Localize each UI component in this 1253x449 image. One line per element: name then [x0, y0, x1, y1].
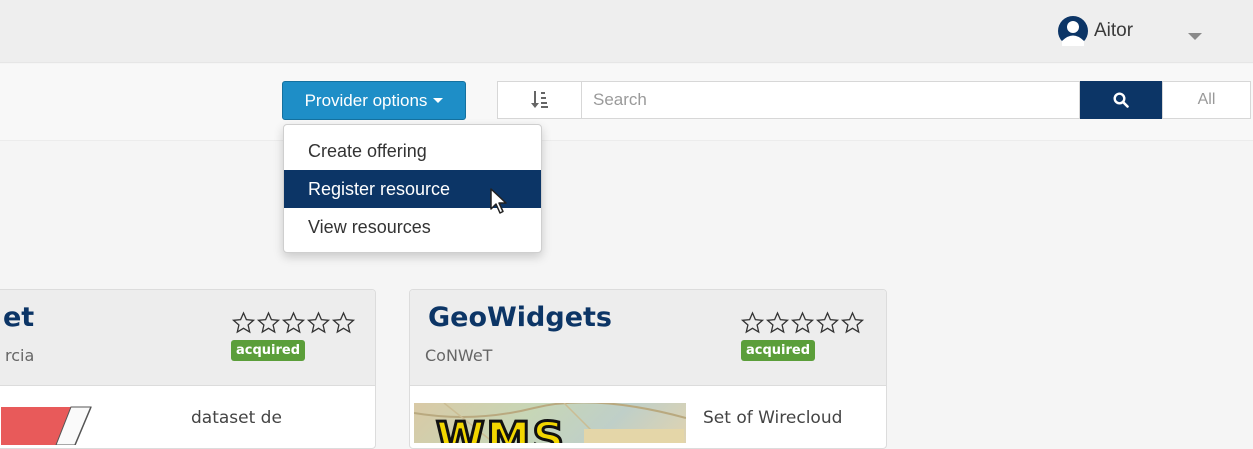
star-icon — [815, 311, 840, 334]
mouse-cursor-icon — [490, 188, 507, 214]
card-title[interactable]: et — [3, 302, 34, 333]
star-icon — [765, 311, 790, 334]
user-name: Aitor — [1094, 20, 1134, 41]
star-icon — [256, 311, 281, 334]
menu-item-create-offering[interactable]: Create offering — [284, 132, 541, 170]
user-menu[interactable]: Aitor — [1058, 16, 1133, 46]
card-thumbnail — [1, 406, 92, 445]
star-icon — [231, 311, 256, 334]
star-icon — [840, 311, 865, 334]
offering-card[interactable]: et rcia acquired dataset de — [0, 289, 376, 449]
rating-stars — [740, 311, 865, 335]
acquired-badge: acquired — [231, 340, 306, 361]
star-icon — [740, 311, 765, 334]
sort-icon — [530, 91, 548, 108]
provider-options-button[interactable]: Provider options — [282, 81, 466, 120]
provider-options-label: Provider options — [304, 90, 428, 110]
card-thumbnail: WMS — [414, 403, 686, 443]
user-avatar-icon — [1058, 16, 1088, 46]
rating-stars — [231, 311, 356, 335]
star-icon — [790, 311, 815, 334]
search-button[interactable] — [1080, 81, 1162, 119]
star-icon — [281, 311, 306, 334]
user-menu-caret-icon[interactable] — [1188, 33, 1202, 40]
search-icon — [1113, 92, 1129, 108]
sort-button[interactable] — [497, 81, 582, 119]
card-title[interactable]: GeoWidgets — [428, 302, 612, 333]
card-vendor: CoNWeT — [425, 346, 493, 365]
all-filter-button[interactable]: All — [1162, 81, 1251, 119]
card-header — [0, 290, 375, 386]
star-icon — [306, 311, 331, 334]
offering-card[interactable]: GeoWidgets CoNWeT acquired WMS Set of Wi… — [409, 289, 887, 449]
search-input[interactable] — [582, 81, 1080, 119]
star-icon — [331, 311, 356, 334]
card-description: dataset de — [191, 408, 282, 428]
caret-down-icon — [433, 98, 444, 103]
card-description: Set of Wirecloud — [703, 408, 843, 428]
thumbnail-wms-text: WMS — [434, 412, 567, 444]
acquired-badge: acquired — [741, 340, 816, 361]
card-vendor: rcia — [5, 346, 35, 365]
